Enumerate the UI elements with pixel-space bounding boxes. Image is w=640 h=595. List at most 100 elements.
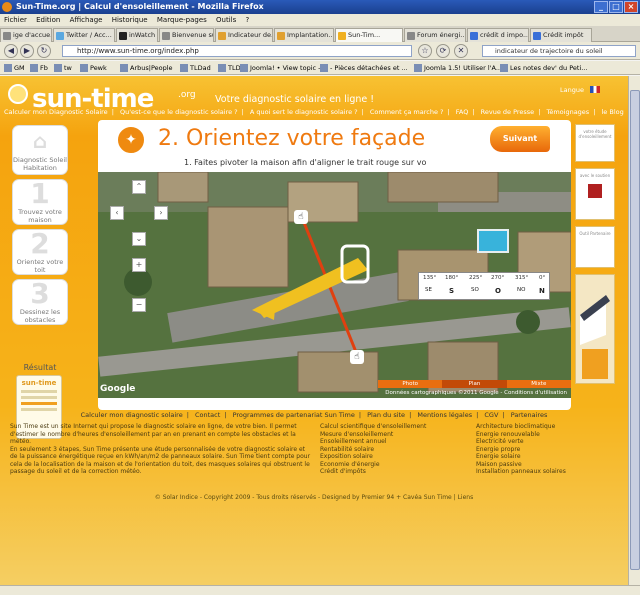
keyword-link[interactable]: Architecture bioclimatique (476, 423, 616, 431)
keyword-link[interactable]: Energie solaire (476, 453, 616, 461)
steps-sidebar: ⌂ Diagnostic Soleil Habitation 1 Trouvez… (8, 125, 70, 439)
zoom-out-button[interactable]: − (132, 298, 146, 312)
tab-inwatch[interactable]: inWatch (116, 28, 158, 42)
bookmark-star-icon[interactable]: ☆ (418, 44, 432, 58)
keyword-link[interactable]: Electricité verte (476, 438, 616, 446)
keyword-link[interactable]: Maison passive (476, 461, 616, 469)
refresh-icon[interactable]: ⟳ (436, 44, 450, 58)
tab-credit-impot[interactable]: crédit d impo... (467, 28, 529, 42)
scrollbar-thumb[interactable] (630, 90, 640, 570)
tab-sun-time[interactable]: Sun-Tim... (335, 28, 403, 43)
pan-left-button[interactable]: ‹ (110, 206, 124, 220)
reload-button[interactable]: ↻ (37, 44, 51, 58)
keyword-link[interactable]: Energie propre (476, 446, 616, 454)
nav-comment[interactable]: Comment ça marche ? (370, 108, 444, 116)
nav-faq[interactable]: FAQ (456, 108, 469, 116)
footer-link-mentions[interactable]: Mentions légales (417, 411, 472, 419)
pan-right-button[interactable]: › (154, 206, 168, 220)
bookmark-tld[interactable]: TLD (218, 61, 241, 74)
satellite-map[interactable]: ⌃ ‹ › ⌄ + − ☝ ☝ 135° 180° 225° 270° 315°… (98, 172, 571, 398)
keyword-link[interactable]: Installation panneaux solaires (476, 468, 616, 476)
tab-accueil[interactable]: ige d'accue... (0, 28, 52, 42)
maximize-button[interactable]: □ (609, 1, 623, 13)
tab-implantation[interactable]: Implantation... (274, 28, 334, 42)
search-input[interactable]: indicateur de trajectoire du soleil (482, 45, 636, 57)
back-button[interactable]: ◀ (4, 44, 18, 58)
footer-sep: | (358, 411, 362, 419)
next-button[interactable]: Suivant (490, 126, 550, 152)
keyword-link[interactable]: Economie d'énergie (320, 461, 470, 469)
footer-link-contact[interactable]: Contact (195, 411, 220, 419)
partner-box-tool[interactable]: Outil Partenaire (575, 226, 615, 268)
bookmark-joomla-15[interactable]: Joomla 1.5! Utiliser l'A... (414, 61, 502, 74)
tab-favicon (277, 32, 285, 40)
footer-link-partenaires[interactable]: Partenaires (511, 411, 548, 419)
bookmark-tw[interactable]: tw (54, 61, 72, 74)
step-1-trouvez[interactable]: 1 Trouvez votre maison (12, 179, 68, 225)
keyword-link[interactable]: Crédit d'impôts (320, 468, 470, 476)
bookmark-pewk[interactable]: Pewk (80, 61, 107, 74)
partner-box-study[interactable]: votre étude d'ensoleillement (575, 124, 615, 162)
tab-forum[interactable]: Forum énergi... (404, 28, 466, 42)
map-tab-mixte[interactable]: Mixte (506, 380, 571, 388)
keyword-link[interactable]: Ensoleillement annuel (320, 438, 470, 446)
stop-icon[interactable]: ✕ (454, 44, 468, 58)
minimize-button[interactable]: _ (594, 1, 608, 13)
tab-twitter[interactable]: Twitter / Acc... (53, 28, 115, 42)
menu-historique[interactable]: Historique (112, 16, 148, 24)
bookmark-pieces[interactable]: - Pièces détachées et ... (320, 61, 408, 74)
nav-blog[interactable]: le Blog (601, 108, 623, 116)
bookmark-arbus[interactable]: Arbus|People (120, 61, 173, 74)
vertical-scrollbar[interactable] (628, 76, 640, 595)
compass-tick: 270° (491, 275, 505, 281)
nav-calculer[interactable]: Calculer mon Diagnostic Solaire (4, 108, 108, 116)
bookmark-joomla-topic[interactable]: Joomla! • View topic -... (240, 61, 327, 74)
bookmark-gm[interactable]: GM (4, 61, 25, 74)
pan-down-button[interactable]: ⌄ (132, 232, 146, 246)
menu-help[interactable]: ? (246, 16, 250, 24)
forward-button[interactable]: ▶ (20, 44, 34, 58)
rotation-handle-icon[interactable]: ☝ (350, 350, 364, 364)
keyword-link[interactable]: Calcul scientifique d'ensoleillement (320, 423, 470, 431)
menu-affichage[interactable]: Affichage (70, 16, 103, 24)
step-2-orientez[interactable]: 2 Orientez votre toit (12, 229, 68, 275)
map-tab-photo[interactable]: Photo (378, 380, 443, 388)
keyword-link[interactable]: Exposition solaire (320, 453, 470, 461)
footer-link-plan[interactable]: Plan du site (367, 411, 405, 419)
nav-sep: | (472, 108, 475, 116)
site-copyright: © Solar Indice - Copyright 2009 - Tous d… (154, 494, 474, 501)
language-label: Langue (560, 86, 584, 94)
footer-link-partenariat[interactable]: Programmes de partenariat Sun Time (233, 411, 355, 419)
pan-up-button[interactable]: ⌃ (132, 180, 146, 194)
footer-link-cgv[interactable]: CGV (484, 411, 498, 419)
bookmark-tldad[interactable]: TLDad (180, 61, 211, 74)
keyword-link[interactable]: Rentabilité solaire (320, 446, 470, 454)
nav-revue-presse[interactable]: Revue de Presse (481, 108, 535, 116)
map-tab-plan[interactable]: Plan (442, 380, 507, 388)
zoom-in-button[interactable]: + (132, 258, 146, 272)
footer-link-calculer[interactable]: Calculer mon diagnostic solaire (81, 411, 183, 419)
nav-quest-ce[interactable]: Qu'est-ce que le diagnostic solaire ? (120, 108, 238, 116)
menu-edition[interactable]: Edition (36, 16, 60, 24)
close-button[interactable]: × (624, 1, 638, 13)
map-copyright[interactable]: Données cartographiques ©2011 Google - C… (378, 390, 571, 396)
menu-fichier[interactable]: Fichier (4, 16, 27, 24)
main-panel: ✦ 2. Orientez votre façade 1. Faites piv… (98, 120, 571, 410)
nav-a-quoi[interactable]: A quoi sert le diagnostic solaire ? (250, 108, 358, 116)
step-3-obstacles[interactable]: 3 Dessinez les obstacles (12, 279, 68, 325)
url-bar[interactable]: http://www.sun-time.org/index.php (62, 45, 412, 57)
menu-marque-pages[interactable]: Marque-pages (157, 16, 207, 24)
nav-temoignages[interactable]: Témoignages (546, 108, 589, 116)
bookmark-notes-dev[interactable]: Les notes dev' du Peti... (500, 61, 587, 74)
partner-box-support[interactable]: avec le soutien (575, 168, 615, 220)
tab-indicateur[interactable]: Indicateur de... (215, 28, 273, 42)
tab-bienvenue[interactable]: Bienvenue su... (159, 28, 214, 42)
navigation-toolbar: ◀ ▶ ↻ http://www.sun-time.org/index.php … (0, 42, 640, 60)
keyword-link[interactable]: Energie renouvelable (476, 431, 616, 439)
keyword-link[interactable]: Mesure d'ensoleillement (320, 431, 470, 439)
rotation-handle-icon[interactable]: ☝ (294, 210, 308, 224)
bookmark-fb[interactable]: Fb (30, 61, 48, 74)
tab-credit-impot-2[interactable]: Crédit impôt (530, 28, 592, 42)
menu-outils[interactable]: Outils (216, 16, 236, 24)
french-flag-icon[interactable] (590, 86, 600, 93)
